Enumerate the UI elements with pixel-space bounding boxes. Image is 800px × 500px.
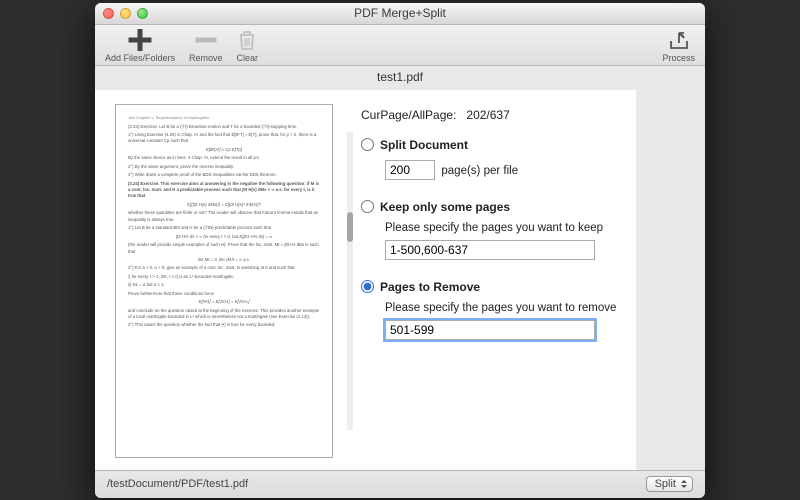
- action-select[interactable]: Split: [646, 476, 693, 492]
- preview-line: 3°) Write down a complete proof of the B…: [128, 172, 320, 178]
- preview-line: E[N²1] = E[⟨N⟩1] = E[⟨N⟩∞]: [128, 299, 320, 305]
- scrollbar-thumb[interactable]: [347, 212, 353, 242]
- window-title: PDF Merge+Split: [95, 6, 705, 20]
- preview-line: By the same device as in Sect. 4 Chap. I…: [128, 155, 320, 161]
- preview-line: (3.23) Exercise. Let B be a (ℱt)-Brownia…: [128, 124, 320, 130]
- remove-label: Remove: [189, 53, 223, 63]
- file-path: /testDocument/PDF/test1.pdf: [107, 478, 248, 490]
- add-files-button[interactable]: Add Files/Folders: [105, 29, 175, 63]
- traffic-lights: [95, 8, 148, 19]
- split-suffix: page(s) per file: [441, 165, 518, 177]
- preview-line: ii) N1 = α but α ≥ 1.: [128, 282, 320, 288]
- preview-line: (the reader will provide simple examples…: [128, 242, 320, 255]
- preview-pane: 188 Chapter V. Representation of Marting…: [95, 92, 345, 470]
- keep-label: Keep only some pages: [380, 200, 510, 214]
- preview-line: 3°) This raises the question whether the…: [128, 322, 320, 328]
- split-radio[interactable]: [361, 138, 374, 151]
- remove-label: Pages to Remove: [380, 280, 480, 294]
- preview-line: 1°) Let B be a standard BM and H be a (ℱ…: [128, 225, 320, 231]
- remove-button[interactable]: Remove: [189, 29, 223, 63]
- footer: /testDocument/PDF/test1.pdf Split: [95, 470, 705, 498]
- preview-line: ∫0t H²s ds < ∞ for every t > 0, but E[∫0…: [128, 234, 320, 240]
- minimize-icon[interactable]: [120, 8, 131, 19]
- page-counter: CurPage/AllPage: 202/637: [361, 108, 616, 122]
- clear-button[interactable]: Clear: [237, 29, 259, 63]
- preview-line: i) for every τ > 1, (Nt, τ ≥ t) is an L²…: [128, 274, 320, 280]
- content-area: 188 Chapter V. Representation of Marting…: [95, 90, 636, 470]
- keep-pages-input[interactable]: [385, 240, 595, 260]
- preview-line: E[(∫0t H(s) dMs)²] = E[∫0t H(s)² d⟨M⟩s]?: [128, 202, 320, 208]
- close-icon[interactable]: [103, 8, 114, 19]
- keep-option-group: Keep only some pages Please specify the …: [361, 200, 616, 260]
- preview-line: 2°) By the same argument, prove the reve…: [128, 164, 320, 170]
- preview-header: 188 Chapter V. Representation of Marting…: [128, 115, 320, 121]
- remove-pages-input[interactable]: [385, 320, 595, 340]
- titlebar[interactable]: PDF Merge+Split: [95, 3, 705, 25]
- keep-hint: Please specify the pages you want to kee…: [385, 222, 616, 234]
- app-window: PDF Merge+Split Add Files/Folders Remove…: [95, 3, 705, 498]
- split-option-group: Split Document page(s) per file: [361, 138, 616, 180]
- page-preview[interactable]: 188 Chapter V. Representation of Marting…: [115, 104, 333, 458]
- clear-label: Clear: [237, 53, 259, 63]
- remove-hint: Please specify the pages you want to rem…: [385, 302, 616, 314]
- preview-line: 1°) Using Exercise (4.25) in Chap. IV an…: [128, 132, 320, 145]
- split-pages-input[interactable]: [385, 160, 435, 180]
- process-button[interactable]: Process: [662, 31, 695, 63]
- preview-line: 2°) For a > 0, α > 0, give an example of…: [128, 265, 320, 271]
- remove-option-group: Pages to Remove Please specify the pages…: [361, 280, 616, 340]
- preview-line: E[B²pT] ≤ Cp E[Tp]: [128, 147, 320, 153]
- options-pane: CurPage/AllPage: 202/637 Split Document …: [355, 92, 636, 470]
- export-icon: [667, 31, 691, 51]
- remove-radio[interactable]: [361, 280, 374, 293]
- preview-line: lim Mt = 0, lim ⟨M⟩t = ∞ a.s.: [128, 257, 320, 263]
- add-files-label: Add Files/Folders: [105, 53, 175, 63]
- toolbar: Add Files/Folders Remove Clear Process: [95, 25, 705, 66]
- keep-radio[interactable]: [361, 200, 374, 213]
- minus-icon: [195, 29, 217, 51]
- preview-line: Prove furthermore that these conditions …: [128, 291, 320, 297]
- action-select-value: Split: [655, 478, 676, 490]
- zoom-icon[interactable]: [137, 8, 148, 19]
- preview-line: and conclude on the question raised at t…: [128, 308, 320, 321]
- document-title: test1.pdf: [95, 66, 705, 90]
- preview-line: whether these quantities are finite or n…: [128, 210, 320, 223]
- split-label: Split Document: [380, 138, 468, 152]
- plus-icon: [126, 29, 154, 51]
- page-counter-label: CurPage/AllPage:: [361, 108, 456, 122]
- page-counter-value: 202/637: [466, 108, 509, 122]
- scrollbar[interactable]: [347, 132, 353, 430]
- trash-icon: [237, 29, 257, 51]
- process-label: Process: [662, 53, 695, 63]
- preview-line: (3.24) Exercise. This exercise aims at a…: [128, 181, 320, 200]
